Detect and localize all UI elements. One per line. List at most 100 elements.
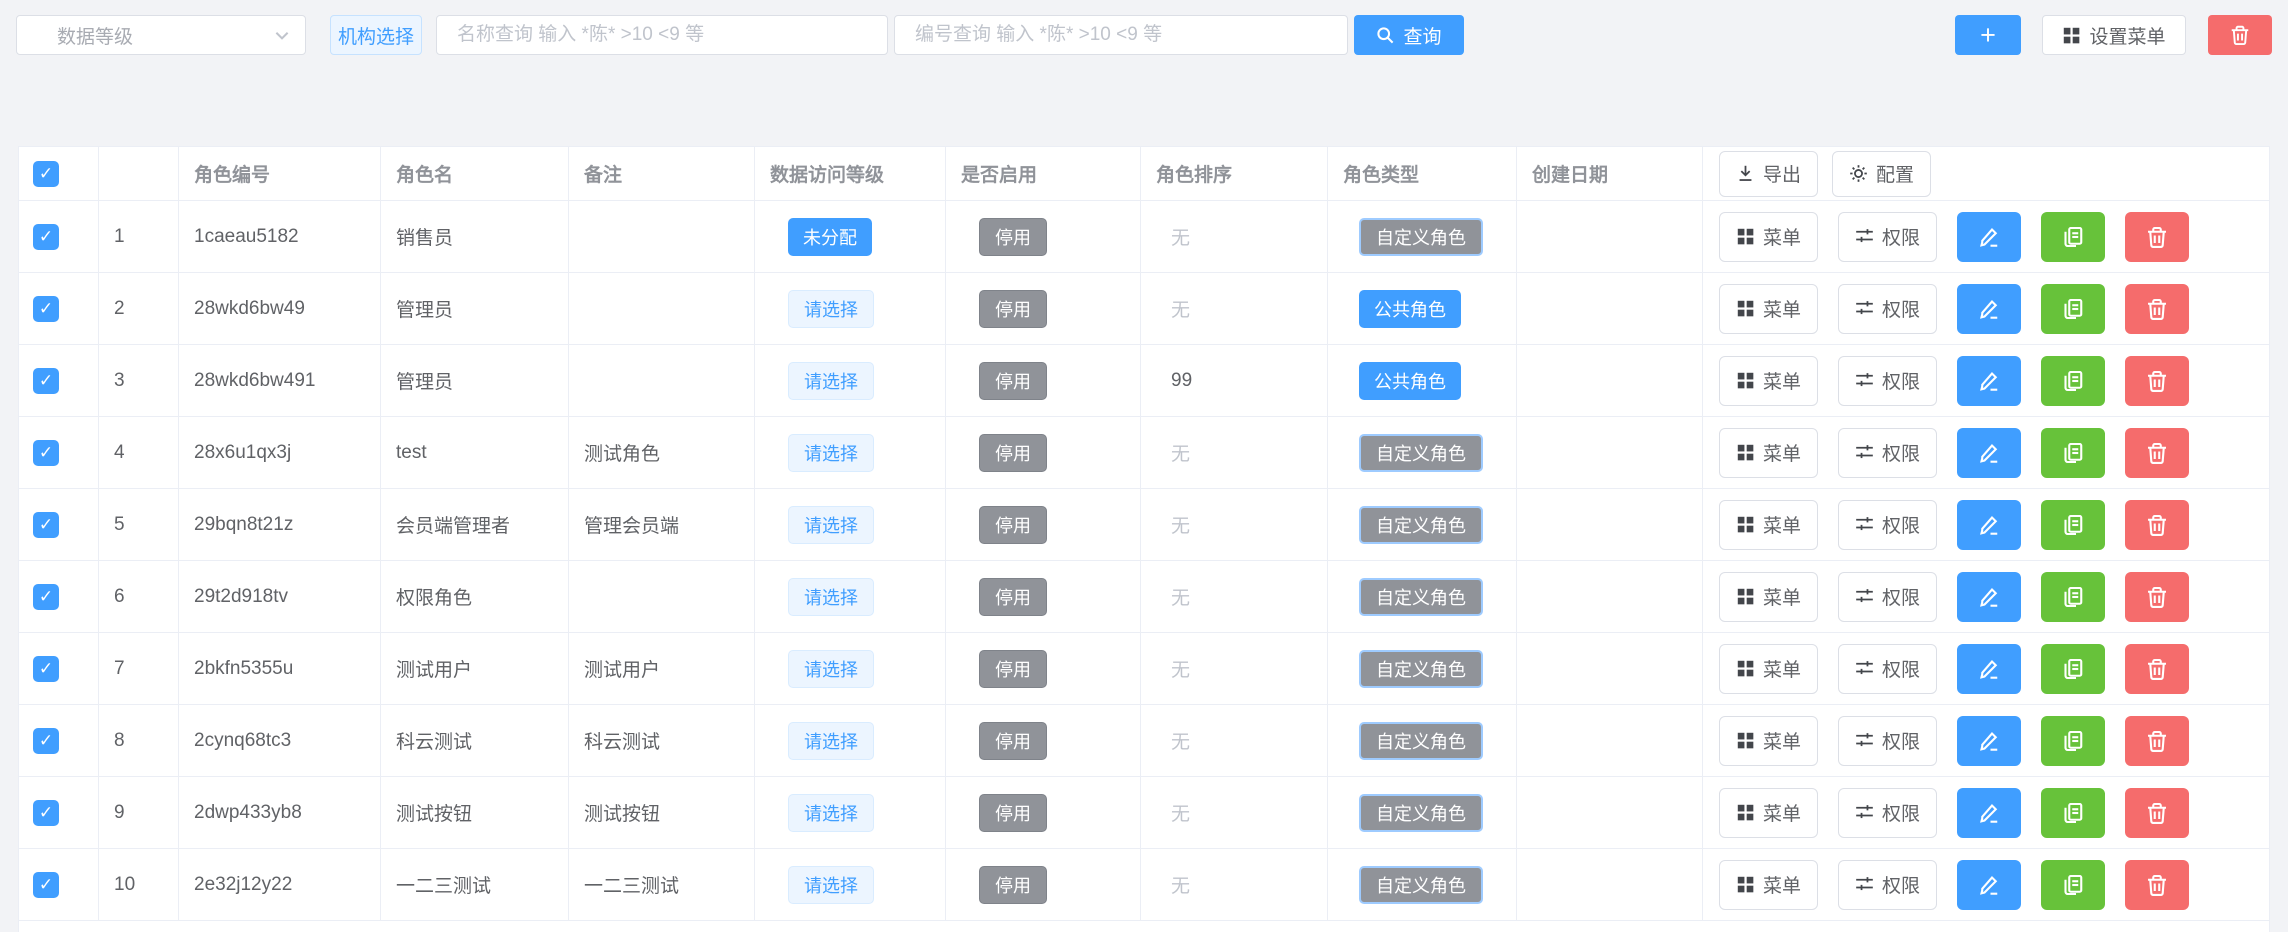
row-delete-button[interactable] (2125, 788, 2189, 838)
config-button[interactable]: 配置 (1832, 151, 1931, 197)
enabled-status-badge[interactable]: 停用 (979, 434, 1047, 472)
row-delete-button[interactable] (2125, 356, 2189, 406)
row-edit-button[interactable] (1957, 212, 2021, 262)
row-copy-button[interactable] (2041, 284, 2105, 334)
row-menu-button[interactable]: 菜单 (1719, 788, 1818, 838)
row-edit-button[interactable] (1957, 860, 2021, 910)
row-delete-button[interactable] (2125, 500, 2189, 550)
row-edit-button[interactable] (1957, 716, 2021, 766)
row-edit-button[interactable] (1957, 500, 2021, 550)
row-delete-button[interactable] (2125, 572, 2189, 622)
role-type-badge[interactable]: 公共角色 (1359, 290, 1461, 328)
enabled-status-badge[interactable]: 停用 (979, 506, 1047, 544)
setup-menu-button[interactable]: 设置菜单 (2042, 15, 2186, 55)
enabled-status-badge[interactable]: 停用 (979, 722, 1047, 760)
data-level-select[interactable]: 数据等级 (16, 15, 306, 55)
row-delete-button[interactable] (2125, 284, 2189, 334)
row-checkbox[interactable] (33, 440, 59, 466)
role-type-badge[interactable]: 自定义角色 (1359, 794, 1483, 832)
access-level-badge[interactable]: 请选择 (788, 434, 874, 472)
row-menu-button[interactable]: 菜单 (1719, 572, 1818, 622)
row-permission-button[interactable]: 权限 (1838, 716, 1937, 766)
add-button[interactable]: + (1955, 15, 2021, 55)
row-permission-button[interactable]: 权限 (1838, 572, 1937, 622)
enabled-status-badge[interactable]: 停用 (979, 794, 1047, 832)
access-level-badge[interactable]: 请选择 (788, 866, 874, 904)
row-copy-button[interactable] (2041, 788, 2105, 838)
row-checkbox[interactable] (33, 872, 59, 898)
row-edit-button[interactable] (1957, 428, 2021, 478)
row-menu-button[interactable]: 菜单 (1719, 716, 1818, 766)
role-type-badge[interactable]: 自定义角色 (1359, 722, 1483, 760)
enabled-status-badge[interactable]: 停用 (979, 290, 1047, 328)
delete-selected-button[interactable] (2208, 15, 2272, 55)
enabled-status-badge[interactable]: 停用 (979, 866, 1047, 904)
row-copy-button[interactable] (2041, 860, 2105, 910)
row-delete-button[interactable] (2125, 212, 2189, 262)
access-level-badge[interactable]: 请选择 (788, 650, 874, 688)
role-type-badge[interactable]: 自定义角色 (1359, 650, 1483, 688)
access-level-badge[interactable]: 请选择 (788, 722, 874, 760)
access-level-badge[interactable]: 请选择 (788, 362, 874, 400)
row-delete-button[interactable] (2125, 716, 2189, 766)
enabled-status-badge[interactable]: 停用 (979, 218, 1047, 256)
role-type-badge[interactable]: 自定义角色 (1359, 434, 1483, 472)
search-button[interactable]: 查询 (1354, 15, 1464, 55)
row-edit-button[interactable] (1957, 284, 2021, 334)
org-select-button[interactable]: 机构选择 (330, 15, 422, 55)
row-menu-button[interactable]: 菜单 (1719, 500, 1818, 550)
role-type-badge[interactable]: 自定义角色 (1359, 578, 1483, 616)
row-permission-button[interactable]: 权限 (1838, 284, 1937, 334)
row-permission-button[interactable]: 权限 (1838, 788, 1937, 838)
row-checkbox[interactable] (33, 728, 59, 754)
row-delete-button[interactable] (2125, 860, 2189, 910)
row-checkbox[interactable] (33, 656, 59, 682)
row-checkbox[interactable] (33, 800, 59, 826)
row-permission-button[interactable]: 权限 (1838, 860, 1937, 910)
row-copy-button[interactable] (2041, 500, 2105, 550)
row-checkbox[interactable] (33, 368, 59, 394)
row-copy-button[interactable] (2041, 212, 2105, 262)
role-type-badge[interactable]: 公共角色 (1359, 362, 1461, 400)
row-copy-button[interactable] (2041, 356, 2105, 406)
row-delete-button[interactable] (2125, 644, 2189, 694)
row-checkbox[interactable] (33, 296, 59, 322)
role-type-badge[interactable]: 自定义角色 (1359, 866, 1483, 904)
row-edit-button[interactable] (1957, 572, 2021, 622)
row-copy-button[interactable] (2041, 716, 2105, 766)
row-copy-button[interactable] (2041, 428, 2105, 478)
role-type-badge[interactable]: 自定义角色 (1359, 218, 1483, 256)
role-type-badge[interactable]: 自定义角色 (1359, 506, 1483, 544)
export-button[interactable]: 导出 (1719, 151, 1818, 197)
access-level-badge[interactable]: 请选择 (788, 578, 874, 616)
row-permission-button[interactable]: 权限 (1838, 212, 1937, 262)
row-checkbox[interactable] (33, 512, 59, 538)
enabled-status-badge[interactable]: 停用 (979, 362, 1047, 400)
row-checkbox[interactable] (33, 224, 59, 250)
enabled-status-badge[interactable]: 停用 (979, 650, 1047, 688)
access-level-badge[interactable]: 请选择 (788, 794, 874, 832)
access-level-badge[interactable]: 未分配 (788, 218, 872, 256)
row-edit-button[interactable] (1957, 788, 2021, 838)
row-permission-button[interactable]: 权限 (1838, 428, 1937, 478)
row-menu-button[interactable]: 菜单 (1719, 212, 1818, 262)
code-search-input[interactable] (894, 15, 1348, 55)
row-copy-button[interactable] (2041, 572, 2105, 622)
row-menu-button[interactable]: 菜单 (1719, 428, 1818, 478)
row-permission-button[interactable]: 权限 (1838, 500, 1937, 550)
access-level-badge[interactable]: 请选择 (788, 290, 874, 328)
row-edit-button[interactable] (1957, 644, 2021, 694)
row-menu-button[interactable]: 菜单 (1719, 284, 1818, 334)
name-search-input[interactable] (436, 15, 888, 55)
access-level-badge[interactable]: 请选择 (788, 506, 874, 544)
row-menu-button[interactable]: 菜单 (1719, 644, 1818, 694)
row-permission-button[interactable]: 权限 (1838, 644, 1937, 694)
row-delete-button[interactable] (2125, 428, 2189, 478)
row-edit-button[interactable] (1957, 356, 2021, 406)
row-permission-button[interactable]: 权限 (1838, 356, 1937, 406)
enabled-status-badge[interactable]: 停用 (979, 578, 1047, 616)
select-all-checkbox[interactable] (33, 161, 59, 187)
row-checkbox[interactable] (33, 584, 59, 610)
row-menu-button[interactable]: 菜单 (1719, 356, 1818, 406)
row-menu-button[interactable]: 菜单 (1719, 860, 1818, 910)
